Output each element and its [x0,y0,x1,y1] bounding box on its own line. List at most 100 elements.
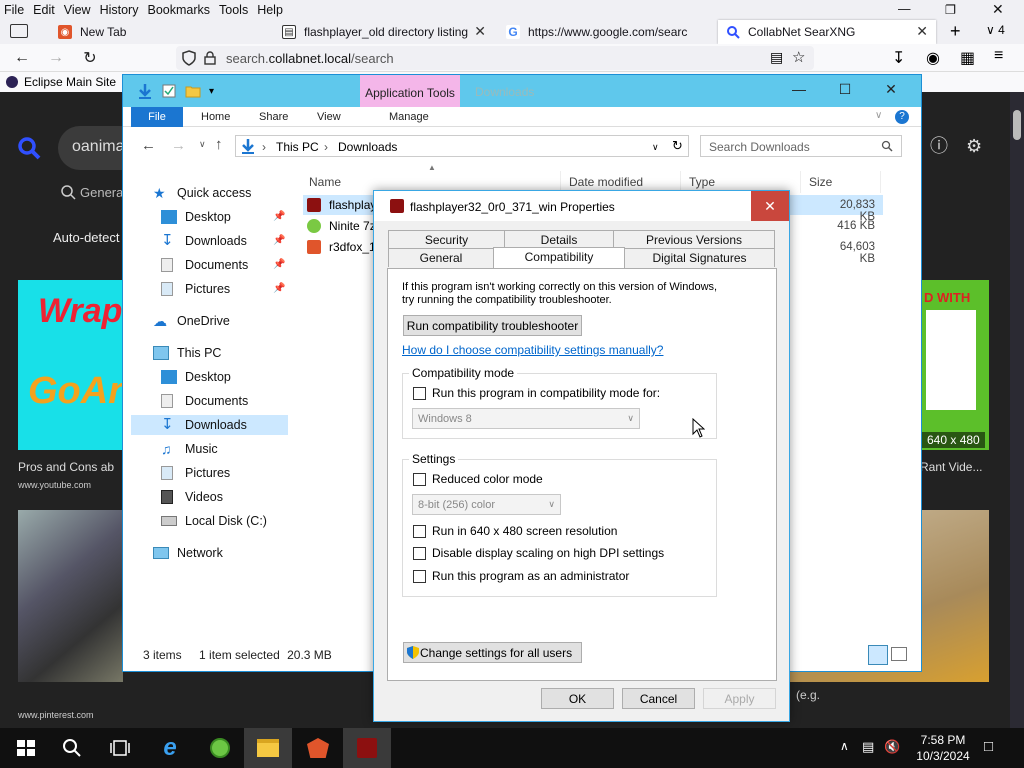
forward-button[interactable]: → [46,48,66,68]
window-close-button[interactable]: ✕ [992,1,1004,18]
recent-locations-icon[interactable]: ∨ [199,139,206,150]
url-bar[interactable]: search.collabnet.local/search ▤ ☆ [176,46,814,70]
menu-file[interactable]: File [4,3,24,17]
window-minimize-button[interactable]: — [898,2,911,16]
language-select[interactable]: Auto-detect [53,230,120,245]
back-button[interactable]: ← [12,48,32,68]
shield-icon[interactable] [182,50,196,66]
ribbon-tab-file[interactable]: File [131,107,183,127]
compat-mode-checkbox[interactable]: Run this program in compatibility mode f… [413,386,660,400]
tab-overview-icon[interactable] [10,24,28,38]
nav-pc-pictures[interactable]: Pictures [161,463,230,483]
nav-quick-documents[interactable]: Documents [161,255,248,275]
system-clock[interactable]: 7:58 PM 10/3/2024 [903,732,983,764]
bookmark-eclipse[interactable]: Eclipse Main Site [24,75,116,89]
color-depth-select[interactable]: 8-bit (256) color ∨ [412,494,561,515]
tab-security[interactable]: Security [388,230,505,249]
network-tray-icon[interactable]: ▤ [862,739,874,755]
help-icon[interactable]: ? [895,110,909,124]
large-icons-view-button[interactable] [891,647,907,661]
search-icon[interactable] [60,736,84,760]
file-row[interactable]: r3dfox_1 [307,237,376,257]
downloads-icon[interactable]: ↧ [892,48,905,68]
windows-start-icon[interactable] [14,736,38,760]
file-row[interactable]: Ninite 7z [307,216,376,236]
nav-pc-videos[interactable]: Videos [161,487,223,507]
account-icon[interactable]: ◉ [926,48,940,68]
address-dropdown-icon[interactable]: ∨ [652,142,659,153]
task-view-icon[interactable] [108,736,132,760]
column-header-size[interactable]: Size [801,171,881,193]
tab-close-icon[interactable]: ✕ [916,23,928,40]
compat-os-select[interactable]: Windows 8 ∨ [412,408,640,429]
change-settings-all-users-button[interactable]: Change settings for all users [403,642,582,663]
notifications-icon[interactable]: □ [984,738,993,755]
nav-pc-desktop[interactable]: Desktop [161,367,231,387]
category-general-tab[interactable]: Genera [60,184,123,200]
hamburger-menu-icon[interactable]: ≡ [994,47,1003,65]
ok-button[interactable]: OK [541,688,614,709]
run-troubleshooter-button[interactable]: Run compatibility troubleshooter [403,315,582,336]
disable-dpi-scaling-checkbox[interactable]: Disable display scaling on high DPI sett… [413,546,664,560]
explorer-maximize-button[interactable]: ☐ [835,81,855,98]
details-view-button[interactable] [868,645,888,665]
nav-pc-local-disk[interactable]: Local Disk (C:) [161,511,267,531]
ribbon-tab-manage[interactable]: Manage [389,107,429,127]
refresh-icon[interactable]: ↻ [672,138,683,154]
tab-new-tab[interactable]: ◉ New Tab [50,20,270,44]
bookmark-star-icon[interactable]: ☆ [792,48,805,66]
nav-onedrive[interactable]: ☁ OneDrive [153,311,230,331]
tab-close-icon[interactable]: ✕ [474,23,486,40]
result-thumbnail[interactable]: D WITH [920,280,989,450]
tab-general[interactable]: General [388,248,494,267]
explorer-close-button[interactable]: ✕ [881,81,901,98]
nav-this-pc[interactable]: This PC [153,343,221,363]
menu-bookmarks[interactable]: Bookmarks [147,3,210,17]
file-explorer-icon[interactable] [256,736,280,760]
tab-collabnet-searxng[interactable]: CollabNet SearXNG ✕ [718,20,936,44]
run-as-admin-checkbox[interactable]: Run this program as an administrator [413,569,629,583]
apply-button[interactable]: Apply [703,688,776,709]
forward-button[interactable]: → [171,137,186,154]
compat-help-link[interactable]: How do I choose compatibility settings m… [402,343,663,357]
menu-tools[interactable]: Tools [219,3,248,17]
ribbon-tab-home[interactable]: Home [201,107,230,127]
tab-previous-versions[interactable]: Previous Versions [613,230,775,249]
flash-player-taskbar-icon[interactable] [355,736,379,760]
green-app-icon[interactable] [208,736,232,760]
cancel-button[interactable]: Cancel [622,688,695,709]
result-thumbnail[interactable] [18,510,123,682]
gear-icon[interactable]: ⚙ [966,136,982,156]
tab-flashplayer-listing[interactable]: ▤ flashplayer_old directory listing ✕ [274,20,494,44]
dialog-close-button[interactable]: ✕ [751,191,789,221]
volume-muted-icon[interactable]: 🔇 [884,739,900,755]
window-restore-button[interactable]: ❐ [945,2,956,17]
resolution-640-checkbox[interactable]: Run in 640 x 480 screen resolution [413,524,617,538]
extensions-icon[interactable]: ▦ [960,48,975,68]
explorer-minimize-button[interactable]: — [789,81,809,97]
menu-history[interactable]: History [100,3,139,17]
ribbon-expand-icon[interactable]: ∨ [875,110,882,121]
nav-pc-music[interactable]: ♫ Music [161,439,218,459]
breadcrumb-this-pc[interactable]: This PC [276,140,319,154]
nav-quick-pictures[interactable]: Pictures [161,279,230,299]
tray-chevron-up-icon[interactable]: ∧ [840,739,849,753]
result-thumbnail[interactable]: Wrap GoAn [18,280,123,450]
nav-quick-desktop[interactable]: Desktop [161,207,231,227]
result-title[interactable]: Rant Vide... [920,460,982,474]
qat-dropdown-icon[interactable]: ▾ [209,86,214,97]
breadcrumb-downloads[interactable]: Downloads [338,140,397,154]
reload-button[interactable]: ↻ [80,48,100,68]
result-title[interactable]: Pros and Cons ab [18,460,114,474]
search-downloads-input[interactable]: Search Downloads [700,135,902,157]
search-icon[interactable] [16,135,42,161]
internet-explorer-icon[interactable]: e [158,734,182,761]
reduced-color-checkbox[interactable]: Reduced color mode [413,472,543,486]
up-button[interactable]: ↑ [215,136,223,153]
back-button[interactable]: ← [141,137,156,154]
nav-pc-downloads[interactable]: ↧ Downloads [131,415,288,435]
ribbon-tab-share[interactable]: Share [259,107,288,127]
nav-quick-access[interactable]: ★ Quick access [153,183,251,203]
scrollbar-thumb[interactable] [1013,110,1021,140]
tab-list-button[interactable]: ∨ 4 [986,23,1005,37]
